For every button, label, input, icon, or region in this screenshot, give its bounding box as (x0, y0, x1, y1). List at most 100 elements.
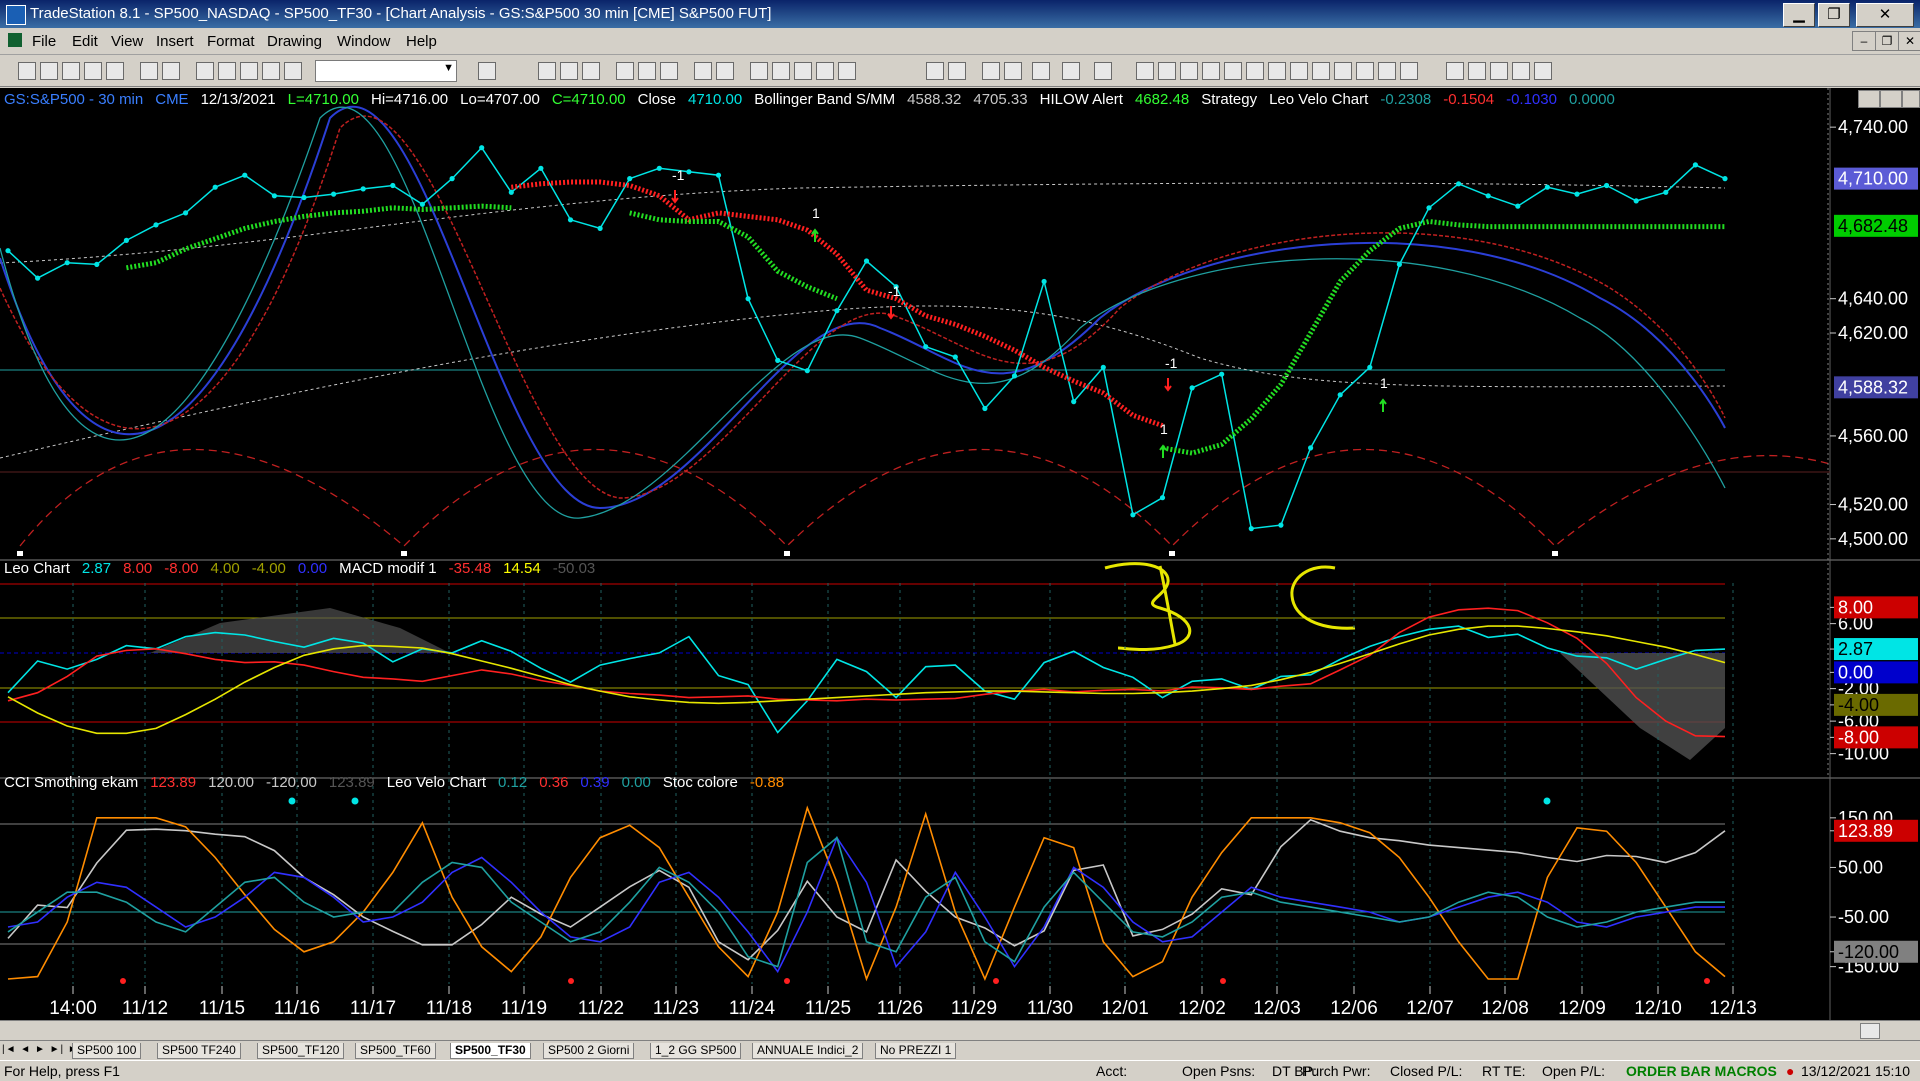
tool-15-icon[interactable] (1094, 62, 1112, 80)
window-e-icon[interactable] (284, 62, 302, 80)
tool-10-icon[interactable] (772, 62, 790, 80)
scroll-thumb[interactable] (1860, 1023, 1880, 1039)
tab-no-prezzi[interactable]: No PREZZI 1 (875, 1043, 957, 1059)
order-bar-macros[interactable]: ORDER BAR MACROS (1626, 1063, 1777, 1079)
tab-sp500-100[interactable]: SP500 100 (72, 1043, 142, 1059)
drawing-6-icon[interactable] (1246, 62, 1264, 80)
mdi-restore-button[interactable]: ❐ (1875, 31, 1899, 51)
panel-restore-button[interactable] (1880, 90, 1902, 108)
drawing-10-icon[interactable] (1334, 62, 1352, 80)
hammer-icon[interactable] (1032, 62, 1050, 80)
window-d-icon[interactable] (262, 62, 280, 80)
symbol-combo[interactable]: ▼ (315, 60, 457, 82)
window-c-icon[interactable] (240, 62, 258, 80)
menu-window[interactable]: Window (337, 33, 390, 50)
tool-8-icon[interactable] (716, 62, 734, 80)
print-icon[interactable] (162, 62, 180, 80)
menu-format[interactable]: Format (207, 33, 255, 50)
price-point (1278, 522, 1284, 528)
menu-file[interactable]: File (32, 33, 56, 50)
drawing-7-icon[interactable] (1268, 62, 1286, 80)
tool-11-icon[interactable] (794, 62, 812, 80)
trade-signal-label: 1 (1380, 375, 1388, 391)
tool-14-icon[interactable] (1062, 62, 1080, 80)
tool-4-icon[interactable] (616, 62, 634, 80)
trade-signal-label: -1 (672, 167, 685, 183)
price-point (183, 210, 189, 216)
macd-header-item: 0.00 (297, 560, 328, 577)
drawing-9-icon[interactable] (1312, 62, 1330, 80)
rectangle-icon[interactable] (1512, 62, 1530, 80)
drawing-3-icon[interactable] (1180, 62, 1198, 80)
tab-scroll-arrows[interactable]: |◄ ◄ ► ►| ► (2, 1044, 79, 1055)
price-point (567, 217, 574, 223)
drawing-13-icon[interactable] (1400, 62, 1418, 80)
tool-2-icon[interactable] (560, 62, 578, 80)
mdi-close-button[interactable]: ✕ (1898, 31, 1920, 51)
tool-1-icon[interactable] (538, 62, 556, 80)
handwritten-b-annotation (1104, 562, 1192, 651)
window-b-icon[interactable] (218, 62, 236, 80)
price-point (94, 261, 100, 267)
workspace-icon[interactable] (106, 62, 124, 80)
menu-insert[interactable]: Insert (156, 33, 194, 50)
drawing-4-icon[interactable] (1202, 62, 1220, 80)
menu-drawing[interactable]: Drawing (267, 33, 322, 50)
drawing-2-icon[interactable] (1158, 62, 1176, 80)
text-abc-icon[interactable] (1534, 62, 1552, 80)
pointer-icon[interactable] (982, 62, 1000, 80)
zoom-in-icon[interactable] (926, 62, 944, 80)
price-header-item: Hi=4716.00 (370, 91, 449, 108)
tool-5-icon[interactable] (638, 62, 656, 80)
ellipse-icon[interactable] (1490, 62, 1508, 80)
tool-3-icon[interactable] (582, 62, 600, 80)
tab-sp500-tf60[interactable]: SP500_TF60 (355, 1043, 436, 1059)
open-icon[interactable] (40, 62, 58, 80)
tab-sp500-tf120[interactable]: SP500_TF120 (257, 1043, 345, 1059)
price-tag-label: -4.00 (1838, 695, 1879, 715)
window-a-icon[interactable] (196, 62, 214, 80)
trendline-icon[interactable] (1136, 62, 1154, 80)
price-point (360, 186, 366, 192)
drawing-8-icon[interactable] (1290, 62, 1308, 80)
arrow-up-icon[interactable] (1468, 62, 1486, 80)
price-tag-label: 4,710.00 (1838, 169, 1908, 189)
mdi-minimize-button[interactable]: ‒ (1852, 31, 1876, 51)
tool-7-icon[interactable] (694, 62, 712, 80)
zoom-out-icon[interactable] (948, 62, 966, 80)
drawing-5-icon[interactable] (1224, 62, 1242, 80)
symbol-lookup-icon[interactable] (478, 62, 496, 80)
tab-sp500-tf30[interactable]: SP500_TF30 (450, 1043, 531, 1059)
tool-9-icon[interactable] (750, 62, 768, 80)
menu-help[interactable]: Help (406, 33, 437, 50)
menu-edit[interactable]: Edit (72, 33, 98, 50)
panel-minimize-button[interactable] (1858, 90, 1880, 108)
tab-gg-sp500[interactable]: 1_2 GG SP500 (650, 1043, 742, 1059)
tool-6-icon[interactable] (660, 62, 678, 80)
cci-low-dot (784, 978, 790, 984)
chart-area[interactable]: 4,740.00 4,640.00 4,620.00 4,560.00 4,520.00… (0, 88, 1920, 1020)
pointer-alt-icon[interactable] (1004, 62, 1022, 80)
print-preview-icon[interactable] (140, 62, 158, 80)
minimize-button[interactable]: ▁ (1783, 3, 1815, 27)
arrow-down-icon[interactable] (1446, 62, 1464, 80)
tab-sp500-2-giorni[interactable]: SP500 2 Giorni (543, 1043, 635, 1059)
tab-sp500-tf240[interactable]: SP500 TF240 (157, 1043, 241, 1059)
save-all-icon[interactable] (84, 62, 102, 80)
close-button[interactable]: ✕ (1856, 3, 1914, 27)
price-point (804, 368, 810, 374)
price-point (1692, 162, 1698, 168)
save-icon[interactable] (62, 62, 80, 80)
new-icon[interactable] (18, 62, 36, 80)
drawing-12-icon[interactable] (1378, 62, 1396, 80)
tool-12-icon[interactable] (816, 62, 834, 80)
restore-button[interactable]: ❐ (1818, 3, 1850, 27)
menu-view[interactable]: View (111, 33, 143, 50)
panel-close-button[interactable] (1902, 90, 1920, 108)
tab-annuale-indici[interactable]: ANNUALE Indici_2 (752, 1043, 864, 1059)
price-point (479, 145, 485, 151)
tool-13-icon[interactable] (838, 62, 856, 80)
y-tick-label: -50.00 (1838, 907, 1889, 927)
horizontal-scrollbar[interactable] (0, 1020, 1920, 1039)
drawing-11-icon[interactable] (1356, 62, 1374, 80)
